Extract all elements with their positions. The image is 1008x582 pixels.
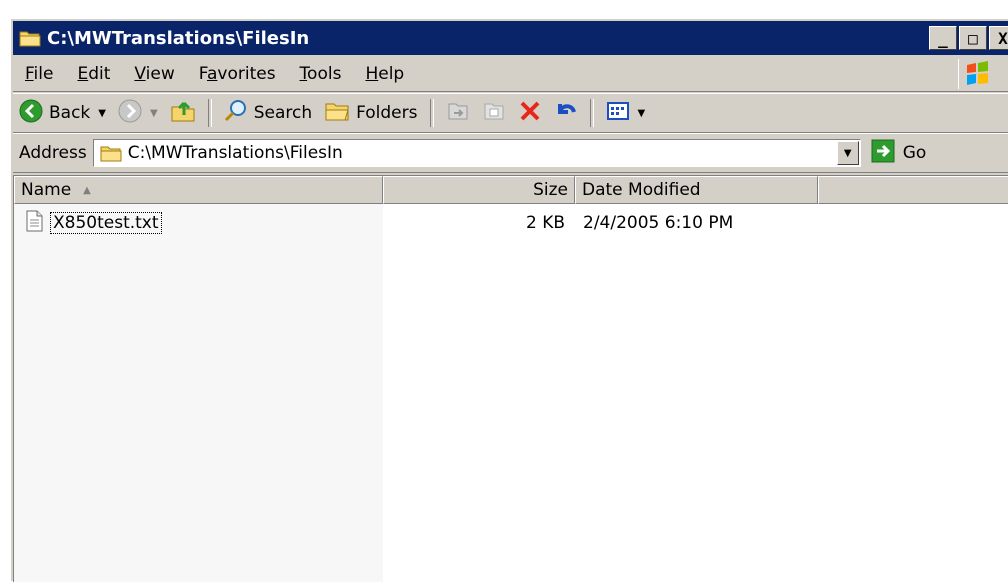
file-list-view[interactable]: Name ▲ Size Date Modified X850test.txt 2… (13, 175, 1008, 582)
windows-logo-icon (958, 59, 999, 89)
back-dropdown-icon[interactable]: ▼ (98, 108, 106, 119)
menu-bar: File Edit View Favorites Tools Help (13, 57, 1008, 92)
menu-view-rest: iew (145, 64, 175, 84)
up-button[interactable] (164, 96, 202, 130)
file-size: 2 KB (525, 213, 565, 233)
back-label: Back (49, 103, 91, 123)
delete-icon (518, 99, 542, 128)
address-bar: Address C:\MWTranslations\FilesIn ▼ Go (13, 133, 1008, 173)
copy-to-icon (482, 100, 506, 127)
go-arrow-icon (871, 139, 895, 168)
views-button[interactable]: ▼ (600, 96, 652, 130)
sorted-column-highlight (14, 204, 383, 582)
menu-view-access: V (134, 64, 146, 84)
go-button[interactable]: Go (871, 139, 927, 168)
folder-icon (19, 29, 41, 47)
menu-file[interactable]: File (13, 64, 65, 84)
views-icon (606, 100, 630, 127)
explorer-window: C:\MWTranslations\FilesIn _ □ X File Edi… (10, 18, 1008, 582)
column-header-size[interactable]: Size (383, 176, 575, 204)
file-date-modified: 2/4/2005 6:10 PM (583, 213, 734, 233)
column-size-label: Size (533, 180, 568, 200)
column-header-name[interactable]: Name ▲ (14, 176, 383, 204)
move-to-button[interactable] (440, 96, 476, 130)
move-to-icon (446, 100, 470, 127)
close-button[interactable]: X (989, 26, 1008, 50)
menu-edit[interactable]: Edit (65, 64, 122, 84)
title-bar[interactable]: C:\MWTranslations\FilesIn _ □ X (13, 21, 1008, 55)
search-button[interactable]: Search (218, 96, 318, 130)
menu-file-rest: ile (33, 64, 54, 84)
menu-help-rest: elp (378, 64, 405, 84)
sort-ascending-icon: ▲ (83, 184, 91, 196)
column-header-empty (818, 176, 1008, 204)
forward-icon (118, 99, 142, 128)
undo-icon (554, 99, 578, 128)
column-header-date-modified[interactable]: Date Modified (575, 176, 818, 204)
address-value[interactable]: C:\MWTranslations\FilesIn (128, 143, 343, 163)
column-date-label: Date Modified (582, 180, 701, 200)
search-label: Search (253, 103, 313, 123)
toolbar-separator (207, 99, 212, 127)
minimize-button[interactable]: _ (929, 26, 957, 50)
views-dropdown-icon[interactable]: ▼ (638, 108, 646, 119)
menu-help-access: H (365, 64, 379, 84)
folders-icon (324, 100, 350, 127)
folders-button[interactable]: Folders (318, 96, 423, 130)
back-icon (19, 99, 43, 128)
folders-label: Folders (356, 103, 418, 123)
address-label: Address (19, 143, 87, 163)
menu-tools-rest: ools (307, 64, 342, 84)
address-dropdown-button[interactable]: ▼ (836, 141, 859, 165)
menu-edit-rest: dit (88, 64, 111, 84)
menu-edit-access: E (77, 64, 89, 84)
toolbar-separator (589, 99, 594, 127)
folder-icon (100, 144, 122, 162)
menu-tools-access: T (299, 64, 308, 84)
column-header-row: Name ▲ Size Date Modified (14, 176, 1008, 204)
menu-tools[interactable]: Tools (288, 64, 354, 84)
undo-button[interactable] (548, 96, 584, 130)
menu-favorites-access: a (206, 64, 218, 84)
menu-help[interactable]: Help (353, 64, 416, 84)
forward-button[interactable]: ▼ (112, 96, 164, 130)
menu-favorites-rest: vorites (217, 64, 276, 84)
text-file-icon (24, 210, 44, 237)
search-icon (224, 99, 248, 128)
back-button[interactable]: Back ▼ (13, 96, 112, 130)
forward-dropdown-icon[interactable]: ▼ (150, 108, 158, 119)
toolbar-separator (429, 99, 434, 127)
go-label: Go (902, 143, 927, 163)
menu-view[interactable]: View (122, 64, 186, 84)
window-title: C:\MWTranslations\FilesIn (47, 27, 310, 49)
up-folder-icon (170, 99, 196, 128)
delete-button[interactable] (512, 96, 548, 130)
file-row[interactable]: X850test.txt 2 KB 2/4/2005 6:10 PM (14, 210, 1008, 236)
menu-favorites-pre: F (198, 64, 207, 84)
menu-favorites[interactable]: Favorites (187, 64, 288, 84)
menu-file-access: F (25, 64, 34, 84)
copy-to-button[interactable] (476, 96, 512, 130)
address-field[interactable]: C:\MWTranslations\FilesIn ▼ (92, 139, 861, 167)
maximize-button[interactable]: □ (959, 26, 987, 50)
file-name[interactable]: X850test.txt (50, 212, 162, 234)
file-name-cell[interactable]: X850test.txt (14, 210, 383, 237)
column-name-label: Name (21, 180, 72, 200)
standard-toolbar: Back ▼ ▼ Search Folders ▼ (13, 93, 1008, 133)
